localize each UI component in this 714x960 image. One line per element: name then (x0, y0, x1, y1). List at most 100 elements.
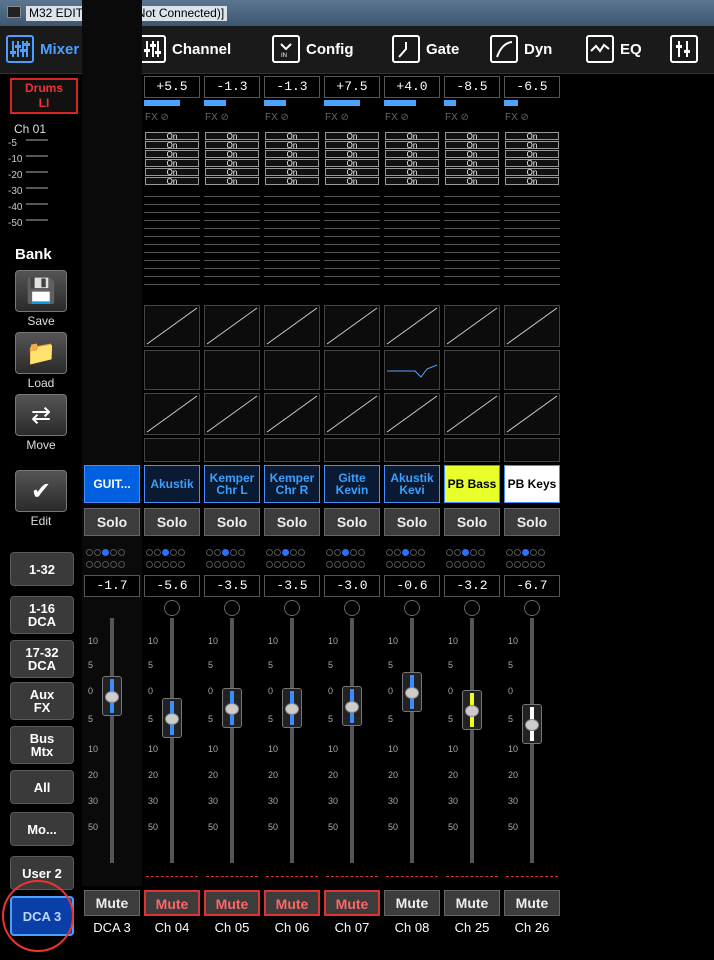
on-toggle[interactable]: On (325, 159, 379, 168)
mute-button[interactable]: Mute (264, 890, 320, 916)
gain-value[interactable]: -8.5 (444, 76, 500, 98)
pan-indicator[interactable] (504, 438, 560, 462)
mute-button[interactable]: Mute (144, 890, 200, 916)
selected-channel-name[interactable]: Drums LI (10, 78, 78, 114)
mute-button[interactable]: Mute (384, 890, 440, 916)
on-toggle[interactable]: On (145, 132, 199, 141)
bank-button-1-16-dca[interactable]: 1-16 DCA (10, 596, 74, 634)
on-toggle[interactable]: On (145, 159, 199, 168)
on-toggle[interactable]: On (265, 150, 319, 159)
mute-button[interactable]: Mute (324, 890, 380, 916)
eq-curve[interactable] (144, 350, 200, 390)
on-toggle[interactable]: On (145, 168, 199, 177)
gain-value[interactable]: -6.5 (504, 76, 560, 98)
channel-name[interactable]: GUIT... (84, 465, 140, 503)
gain-value[interactable]: +5.5 (144, 76, 200, 98)
fader-knob[interactable] (222, 688, 242, 728)
on-toggle[interactable]: On (505, 150, 559, 159)
on-toggle[interactable]: On (205, 150, 259, 159)
dyn-curve[interactable] (444, 393, 500, 435)
pan-indicator[interactable] (324, 438, 380, 462)
on-toggle[interactable]: On (445, 177, 499, 186)
fader-value[interactable]: -3.5 (264, 575, 320, 597)
fader-knob[interactable] (102, 676, 122, 716)
eq-curve[interactable] (204, 350, 260, 390)
solo-button[interactable]: Solo (264, 508, 320, 536)
move-button[interactable]: ⇄ Move (9, 394, 73, 452)
channel-name[interactable]: PB Keys (504, 465, 560, 503)
on-toggle[interactable]: On (385, 159, 439, 168)
mute-button[interactable]: Mute (204, 890, 260, 916)
on-toggle[interactable]: On (265, 141, 319, 150)
on-toggle[interactable]: On (205, 168, 259, 177)
gain-value[interactable]: -1.3 (204, 76, 260, 98)
on-toggle[interactable]: On (325, 132, 379, 141)
pan-indicator[interactable] (264, 438, 320, 462)
on-toggle[interactable]: On (145, 150, 199, 159)
on-toggle[interactable]: On (505, 177, 559, 186)
on-toggle[interactable]: On (205, 159, 259, 168)
channel-name[interactable]: PB Bass (444, 465, 500, 503)
fader-value[interactable]: -0.6 (384, 575, 440, 597)
bank-button-aux-fx[interactable]: Aux FX (10, 682, 74, 720)
dyn-curve[interactable] (204, 393, 260, 435)
dyn-curve[interactable] (504, 393, 560, 435)
eq-curve[interactable] (384, 350, 440, 390)
on-toggle[interactable]: On (145, 141, 199, 150)
on-toggle[interactable]: On (145, 177, 199, 186)
mute-button[interactable]: Mute (504, 890, 560, 916)
on-toggle[interactable]: On (505, 168, 559, 177)
on-toggle[interactable]: On (205, 141, 259, 150)
on-toggle[interactable]: On (205, 132, 259, 141)
on-toggle[interactable]: On (325, 177, 379, 186)
on-toggle[interactable]: On (265, 168, 319, 177)
dyn-curve[interactable] (264, 393, 320, 435)
fader-knob[interactable] (402, 672, 422, 712)
bank-button-all[interactable]: All (10, 770, 74, 804)
pan-indicator[interactable] (444, 438, 500, 462)
on-toggle[interactable]: On (385, 132, 439, 141)
save-button[interactable]: 💾 Save (9, 270, 73, 328)
tab-mixer[interactable]: Mixer (6, 32, 79, 66)
on-toggle[interactable]: On (325, 168, 379, 177)
gain-value[interactable]: -1.3 (264, 76, 320, 98)
solo-button[interactable]: Solo (144, 508, 200, 536)
fader-knob[interactable] (282, 688, 302, 728)
on-toggle[interactable]: On (385, 150, 439, 159)
fader-value[interactable]: -3.5 (204, 575, 260, 597)
channel-name[interactable]: Kemper Chr L (204, 465, 260, 503)
dyn-curve[interactable] (384, 393, 440, 435)
fader-value[interactable]: -1.7 (84, 575, 140, 597)
on-toggle[interactable]: On (325, 141, 379, 150)
on-toggle[interactable]: On (445, 132, 499, 141)
fader-value[interactable]: -6.7 (504, 575, 560, 597)
pan-knob[interactable] (164, 600, 180, 616)
bank-button-17-32-dca[interactable]: 17-32 DCA (10, 640, 74, 678)
pan-indicator[interactable] (144, 438, 200, 462)
dyn-curve[interactable] (144, 393, 200, 435)
on-toggle[interactable]: On (445, 168, 499, 177)
edit-button[interactable]: ✔ Edit (9, 470, 73, 528)
dyn-curve[interactable] (324, 393, 380, 435)
gate-curve[interactable] (264, 305, 320, 347)
tab-eq[interactable]: EQ (586, 32, 642, 66)
pan-knob[interactable] (404, 600, 420, 616)
pan-knob[interactable] (524, 600, 540, 616)
channel-name[interactable]: Kemper Chr R (264, 465, 320, 503)
eq-curve[interactable] (264, 350, 320, 390)
channel-name[interactable]: Gitte Kevin (324, 465, 380, 503)
fader-knob[interactable] (462, 690, 482, 730)
on-toggle[interactable]: On (325, 150, 379, 159)
on-toggle[interactable]: On (265, 159, 319, 168)
pan-knob[interactable] (464, 600, 480, 616)
on-toggle[interactable]: On (385, 177, 439, 186)
solo-button[interactable]: Solo (444, 508, 500, 536)
solo-button[interactable]: Solo (84, 508, 140, 536)
fader-knob[interactable] (342, 686, 362, 726)
on-toggle[interactable]: On (385, 168, 439, 177)
fader-value[interactable]: -3.2 (444, 575, 500, 597)
solo-button[interactable]: Solo (504, 508, 560, 536)
fader-value[interactable]: -5.6 (144, 575, 200, 597)
on-toggle[interactable]: On (505, 159, 559, 168)
on-toggle[interactable]: On (445, 150, 499, 159)
